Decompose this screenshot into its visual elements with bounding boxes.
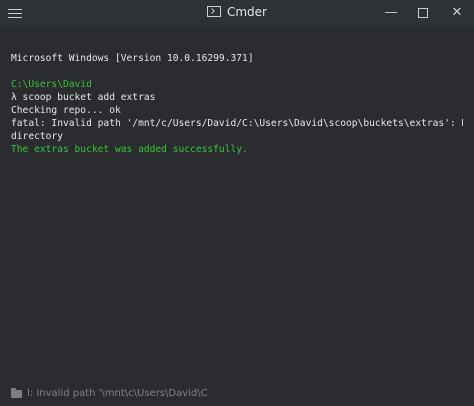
close-button[interactable]: ✕: [440, 0, 474, 26]
terminal-error-line: directory: [11, 131, 63, 142]
terminal-line: Microsoft Windows [Version 10.0.16299.37…: [11, 53, 254, 64]
status-bar: l: Invalid path '\mnt\c\Users\David\C: [0, 384, 474, 406]
terminal-success-line: The extras bucket was added successfully…: [11, 144, 248, 155]
folder-icon: [11, 388, 22, 398]
close-icon: ✕: [451, 5, 463, 20]
terminal-output[interactable]: Microsoft Windows [Version 10.0.16299.37…: [0, 26, 474, 386]
terminal-error-line: fatal: Invalid path '/mnt/c/Users/David/…: [11, 118, 463, 129]
terminal-padding: [11, 39, 463, 52]
terminal-app-icon: [206, 6, 221, 17]
maximize-button[interactable]: [406, 0, 440, 26]
terminal-prompt-path: C:\Users\David: [11, 79, 92, 90]
terminal-command-line: λ scoop bucket add extras: [11, 92, 156, 103]
minimize-icon: —: [384, 5, 398, 20]
maximize-icon: [418, 7, 428, 18]
status-text: l: Invalid path '\mnt\c\Users\David\C: [27, 388, 208, 399]
terminal-padding: [11, 26, 463, 39]
minimize-button[interactable]: —: [374, 0, 408, 26]
window-title: Cmder: [226, 5, 267, 19]
title-bar: Cmder — ✕: [0, 0, 474, 26]
cmder-window: Cmder — ✕ Microsoft Windows [Version 10.…: [0, 0, 474, 406]
terminal-line: Checking repo... ok: [11, 105, 121, 116]
